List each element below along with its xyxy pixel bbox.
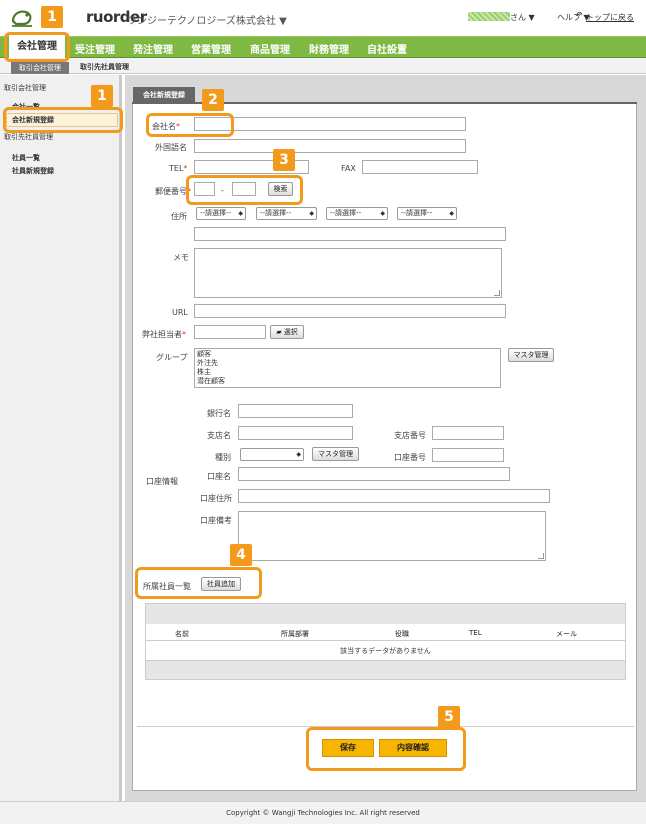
column-email[interactable]: メール xyxy=(556,629,577,639)
nav-item-finance[interactable]: 財務管理 xyxy=(309,41,349,56)
callout-ring-4 xyxy=(135,567,262,599)
column-position[interactable]: 役職 xyxy=(395,629,409,639)
account-type-select[interactable]: ◆ xyxy=(240,448,304,461)
tel-label: TEL* xyxy=(169,164,188,173)
callout-ring-2 xyxy=(146,113,234,137)
nav-item-settings[interactable]: 自社設置 xyxy=(367,41,407,56)
table-toolbar xyxy=(146,604,625,624)
city-select[interactable]: --請選擇-- ◆ xyxy=(256,207,317,220)
callout-badge-4: 4 xyxy=(230,544,252,566)
account-no-input[interactable] xyxy=(432,448,504,462)
prefecture-select[interactable]: --請選擇-- ◆ xyxy=(196,207,246,220)
callout-badge-1: 1 xyxy=(41,6,63,28)
town-select[interactable]: --請選擇-- ◆ xyxy=(326,207,388,220)
callout-ring-3 xyxy=(186,175,303,205)
column-tel[interactable]: TEL xyxy=(469,629,482,637)
account-name-label: 口座名 xyxy=(207,472,231,481)
panel-tab[interactable]: 会社新規登録 xyxy=(133,87,195,103)
nav-item-orders[interactable]: 受注管理 xyxy=(75,41,115,56)
company-selector[interactable]: ワンジーテクノロジーズ株式会社 ▼ xyxy=(127,12,287,27)
account-type-label: 種別 xyxy=(215,453,231,462)
sidebar-item-contact-list[interactable]: 社員一覧 xyxy=(12,153,40,163)
subnav-company-management[interactable]: 取引会社管理 xyxy=(11,62,69,74)
account-note-textarea[interactable] xyxy=(238,511,546,561)
account-note-label: 口座備考 xyxy=(200,516,232,525)
subnav-contact-management[interactable]: 取引先社員管理 xyxy=(80,62,129,72)
fax-label: FAX xyxy=(341,164,356,173)
memo-textarea[interactable] xyxy=(194,248,502,298)
back-to-top-link[interactable]: トップに戻る xyxy=(586,12,634,23)
foreign-name-label: 外国語名 xyxy=(155,143,187,152)
url-label: URL xyxy=(172,308,188,317)
callout-ring-1-sidebar xyxy=(3,107,123,133)
back-arrow-icon: ↶ xyxy=(575,11,583,21)
sidebar-item-new-contact[interactable]: 社員新規登録 xyxy=(12,166,54,176)
callout-ring-5 xyxy=(306,727,466,771)
callout-ring-1-nav xyxy=(4,32,70,62)
memo-label: メモ xyxy=(173,253,189,262)
staff-input[interactable] xyxy=(194,325,266,339)
table-header xyxy=(146,624,625,641)
nav-item-products[interactable]: 商品管理 xyxy=(250,41,290,56)
sidebar-heading-companies: 取引会社管理 xyxy=(4,84,46,92)
user-name-redacted xyxy=(468,12,510,21)
branch-no-input[interactable] xyxy=(432,426,504,440)
callout-badge-5: 5 xyxy=(438,706,460,728)
callout-badge-2: 2 xyxy=(202,89,224,111)
url-input[interactable] xyxy=(194,304,506,318)
main-nav: 会社管理 受注管理 発注管理 営業管理 商品管理 財務管理 自社設置 xyxy=(0,34,646,59)
group-master-button[interactable]: マスタ管理 xyxy=(508,348,554,362)
callout-badge-1b: 1 xyxy=(91,85,113,107)
branch-name-label: 支店名 xyxy=(207,431,231,440)
sidebar: 取引会社管理 会社一覧 取引先社員管理 社員一覧 社員新規登録 xyxy=(0,75,122,801)
bank-name-input[interactable] xyxy=(238,404,353,418)
group-option[interactable]: 潜在顧客 xyxy=(197,377,498,386)
resize-grip-icon[interactable] xyxy=(538,553,544,559)
group-option[interactable]: 顧客 xyxy=(197,350,498,359)
foreign-name-input[interactable] xyxy=(194,139,466,153)
callout-badge-3: 3 xyxy=(273,149,295,171)
folder-icon: ▰ xyxy=(276,328,284,336)
logo-icon xyxy=(10,7,34,29)
group-option[interactable]: 外注先 xyxy=(197,359,498,368)
address-label: 住所 xyxy=(171,212,187,221)
account-address-input[interactable] xyxy=(238,489,550,503)
account-name-input[interactable] xyxy=(238,467,510,481)
user-suffix: さん ▼ xyxy=(510,13,535,22)
fax-input[interactable] xyxy=(362,160,478,174)
group-label: グループ xyxy=(156,353,188,362)
staff-label: 弊社担当者* xyxy=(142,330,186,339)
help-menu[interactable]: ヘルプ ▼ xyxy=(557,12,590,23)
account-info-label: 口座情報 xyxy=(146,477,178,486)
sidebar-heading-contacts: 取引先社員管理 xyxy=(4,133,53,141)
account-no-label: 口座番号 xyxy=(394,453,426,462)
nav-item-purchasing[interactable]: 発注管理 xyxy=(133,41,173,56)
footer-copyright: Copyright © Wangji Technologies Inc. All… xyxy=(0,801,646,824)
column-name[interactable]: 名前 xyxy=(175,629,189,639)
block-select[interactable]: --請選擇-- ◆ xyxy=(397,207,457,220)
account-address-label: 口座住所 xyxy=(200,494,232,503)
type-master-button[interactable]: マスタ管理 xyxy=(312,447,359,461)
nav-item-sales[interactable]: 営業管理 xyxy=(191,41,231,56)
group-option[interactable]: 株主 xyxy=(197,368,498,377)
bank-name-label: 銀行名 xyxy=(207,409,231,418)
user-menu[interactable]: さん ▼ xyxy=(468,12,535,23)
group-listbox[interactable]: 顧客 外注先 株主 潜在顧客 xyxy=(194,348,501,388)
staff-select-button[interactable]: ▰ 選択 xyxy=(270,325,304,339)
branch-no-label: 支店番号 xyxy=(394,431,426,440)
table-empty-message: 該当するデータがありません xyxy=(146,641,625,661)
column-department[interactable]: 所属部署 xyxy=(281,629,309,639)
table-footer xyxy=(146,661,625,679)
address-detail-input[interactable] xyxy=(194,227,506,241)
resize-grip-icon[interactable] xyxy=(494,290,500,296)
branch-name-input[interactable] xyxy=(238,426,353,440)
company-name-input[interactable] xyxy=(194,117,466,131)
